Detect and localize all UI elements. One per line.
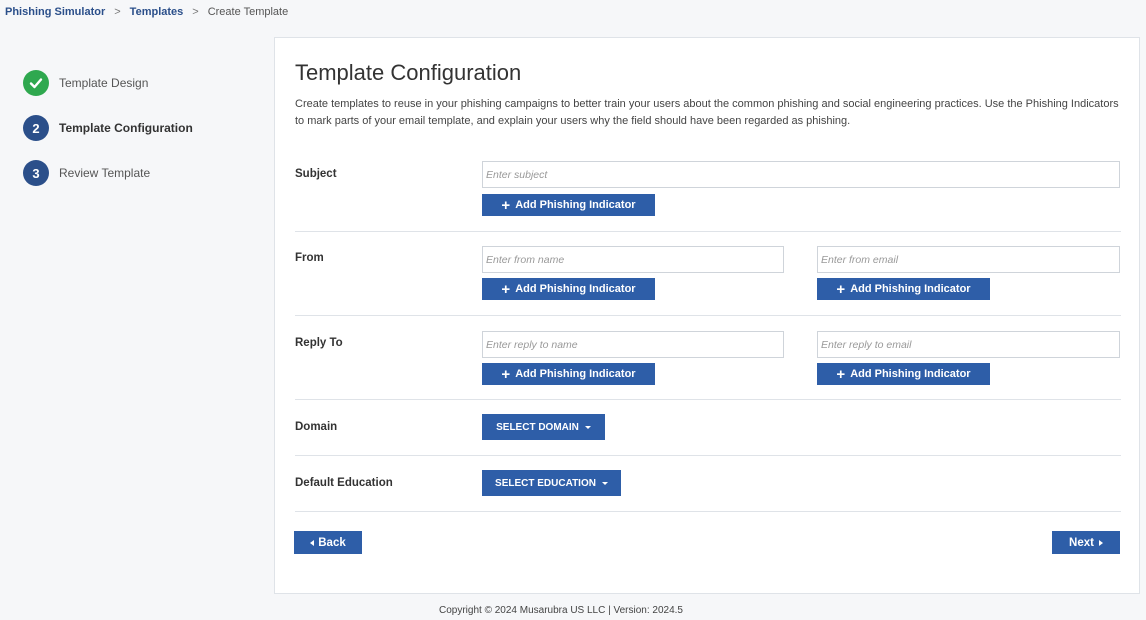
from-label: From [295, 252, 324, 264]
plus-icon: + [836, 280, 846, 298]
breadcrumb-separator: > [114, 6, 121, 18]
next-button[interactable]: Next [1052, 531, 1120, 554]
from-name-input[interactable] [482, 246, 784, 273]
button-label: Add Phishing Indicator [515, 199, 636, 211]
step-number-badge: 3 [23, 160, 49, 186]
subject-input[interactable] [482, 161, 1120, 188]
step-template-design[interactable]: Template Design [23, 70, 193, 96]
step-label: Review Template [59, 166, 151, 180]
breadcrumb-separator: > [192, 6, 199, 18]
page-title: Template Configuration [295, 60, 522, 85]
step-number-badge: 2 [23, 115, 49, 141]
template-configuration-card: Template Configuration Create templates … [274, 37, 1140, 594]
step-label: Template Design [59, 76, 149, 90]
divider [295, 399, 1121, 400]
reply-to-email-input[interactable] [817, 331, 1120, 358]
reply-to-name-input[interactable] [482, 331, 784, 358]
select-education-dropdown[interactable]: SELECT EDUCATION [482, 470, 621, 496]
back-button[interactable]: Back [294, 531, 362, 554]
footer-copyright: Copyright © 2024 Musarubra US LLC | Vers… [439, 605, 683, 616]
domain-label: Domain [295, 421, 338, 433]
caret-right-icon [1098, 539, 1103, 546]
check-icon [23, 70, 49, 96]
button-label: Add Phishing Indicator [850, 368, 971, 380]
button-label: Add Phishing Indicator [515, 368, 636, 380]
caret-left-icon [310, 539, 315, 546]
button-label: Next [1069, 536, 1094, 549]
step-review-template[interactable]: 3 Review Template [23, 160, 193, 186]
default-education-label: Default Education [295, 477, 393, 489]
plus-icon: + [836, 365, 846, 383]
reply-to-label: Reply To [295, 337, 343, 349]
button-label: SELECT DOMAIN [496, 421, 579, 433]
plus-icon: + [501, 280, 511, 298]
from-email-input[interactable] [817, 246, 1120, 273]
step-template-configuration[interactable]: 2 Template Configuration [23, 115, 193, 141]
from-name-add-phishing-indicator-button[interactable]: + Add Phishing Indicator [482, 278, 655, 300]
reply-to-email-add-phishing-indicator-button[interactable]: + Add Phishing Indicator [817, 363, 990, 385]
divider [295, 315, 1121, 316]
caret-down-icon [601, 481, 608, 485]
button-label: Add Phishing Indicator [515, 283, 636, 295]
breadcrumb-current: Create Template [207, 6, 289, 18]
plus-icon: + [501, 365, 511, 383]
button-label: SELECT EDUCATION [495, 477, 596, 489]
breadcrumb-templates[interactable]: Templates [130, 6, 184, 18]
plus-icon: + [501, 196, 511, 214]
divider [295, 511, 1121, 512]
reply-to-name-add-phishing-indicator-button[interactable]: + Add Phishing Indicator [482, 363, 655, 385]
from-email-add-phishing-indicator-button[interactable]: + Add Phishing Indicator [817, 278, 990, 300]
divider [295, 455, 1121, 456]
select-domain-dropdown[interactable]: SELECT DOMAIN [482, 414, 605, 440]
subject-add-phishing-indicator-button[interactable]: + Add Phishing Indicator [482, 194, 655, 216]
breadcrumb: Phishing Simulator > Templates > Create … [5, 6, 288, 18]
button-label: Add Phishing Indicator [850, 283, 971, 295]
caret-down-icon [584, 425, 591, 429]
step-label: Template Configuration [59, 121, 193, 135]
divider [295, 231, 1121, 232]
page-description: Create templates to reuse in your phishi… [295, 98, 1119, 127]
subject-label: Subject [295, 168, 337, 180]
wizard-steps: Template Design 2 Template Configuration… [23, 70, 193, 205]
breadcrumb-phishing-simulator[interactable]: Phishing Simulator [5, 6, 105, 18]
button-label: Back [318, 536, 346, 549]
